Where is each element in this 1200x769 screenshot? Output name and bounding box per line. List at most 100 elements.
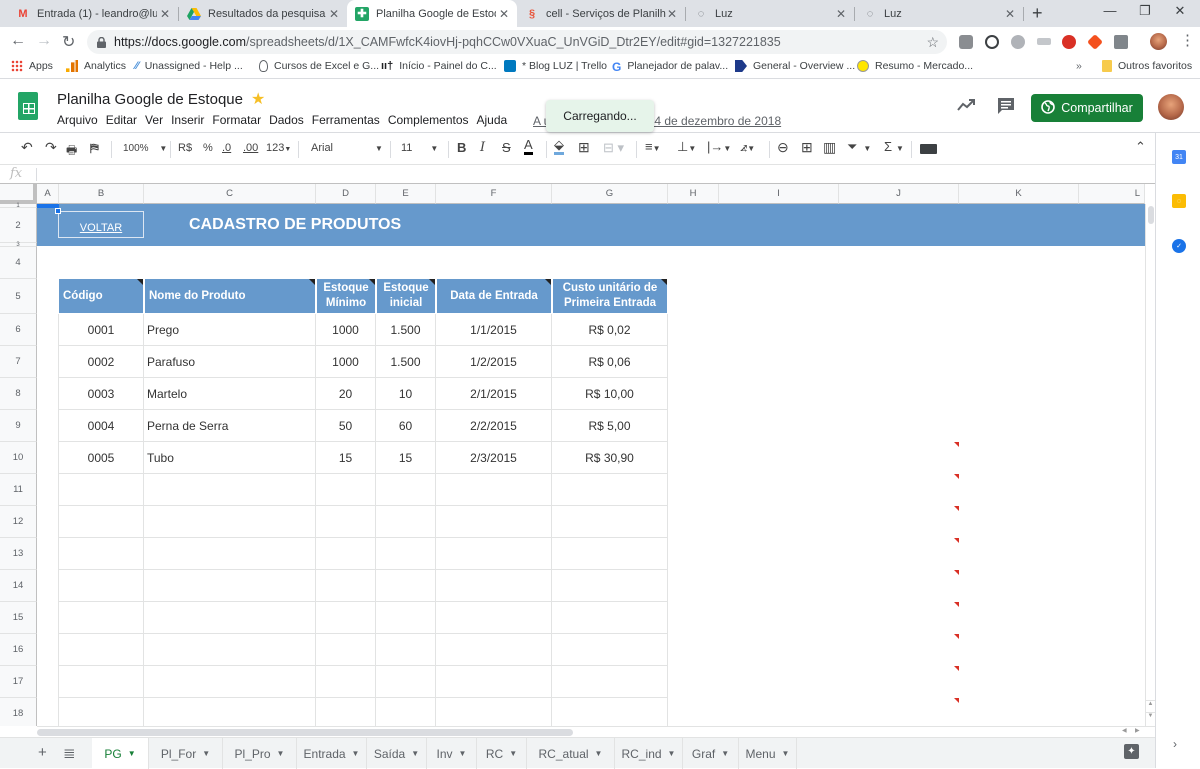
cell-codigo[interactable] [59, 634, 144, 666]
cell-estoque-inicial[interactable] [376, 538, 436, 570]
font-family-select[interactable]: Arial ▼ [311, 142, 383, 154]
row-header-7[interactable]: 7 [0, 346, 37, 378]
cell-data-entrada[interactable]: 2/2/2015 [436, 410, 552, 442]
cell-estoque-inicial[interactable]: 60 [376, 410, 436, 442]
column-header-k[interactable]: K [959, 184, 1079, 204]
row-header-4[interactable]: 4 [0, 247, 37, 279]
cell-estoque-minimo[interactable] [316, 538, 376, 570]
cell-estoque-inicial[interactable]: 10 [376, 378, 436, 410]
cell-nome[interactable] [144, 602, 316, 634]
cell-estoque-inicial[interactable]: 1.500 [376, 314, 436, 346]
calendar-icon[interactable]: 31 [1172, 150, 1186, 164]
bookmark-analytics[interactable]: Analytics [66, 60, 126, 72]
comment-marker-icon[interactable] [954, 634, 959, 639]
column-header-d[interactable]: D [316, 184, 376, 204]
close-window-button[interactable]: ✕ [1165, 3, 1195, 19]
sheet-tab-menu-caret-icon[interactable]: ▼ [459, 749, 467, 758]
cell-custo[interactable]: R$ 0,06 [552, 346, 668, 378]
cell-estoque-minimo[interactable]: 50 [316, 410, 376, 442]
row-header-17[interactable]: 17 [0, 666, 37, 698]
cell-nome[interactable] [144, 634, 316, 666]
bookmark-general[interactable]: General - Overview ... [735, 60, 855, 72]
cell-estoque-inicial[interactable] [376, 634, 436, 666]
decrease-decimal-button[interactable]: .0 [222, 142, 231, 154]
insert-chart-icon[interactable]: ▥ [823, 139, 836, 156]
sheet-tab-menu-caret-icon[interactable]: ▼ [411, 749, 419, 758]
borders-icon[interactable]: ⊞ [578, 139, 590, 156]
more-formats-button[interactable]: 123▼ [266, 142, 291, 154]
vertical-scroll-thumb[interactable] [1148, 206, 1154, 224]
all-sheets-icon[interactable]: ≣ [63, 744, 76, 762]
menu-editar[interactable]: Editar [106, 113, 137, 127]
sheet-tab-pl-for[interactable]: Pl_For ▼ [149, 738, 223, 769]
profile-avatar[interactable] [1150, 33, 1167, 50]
sheet-tab-menu-caret-icon[interactable]: ▼ [668, 749, 676, 758]
sheet-tab-menu-caret-icon[interactable]: ▼ [277, 749, 285, 758]
scroll-up-arrow-icon[interactable]: ▲ [1146, 700, 1155, 712]
column-header-b[interactable]: B [59, 184, 144, 204]
close-tab-icon[interactable]: ✕ [160, 7, 170, 21]
fill-handle[interactable] [55, 208, 61, 214]
menu-arquivo[interactable]: Arquivo [57, 113, 98, 127]
cell-codigo[interactable] [59, 538, 144, 570]
sheet-tab-pg[interactable]: PG ▼ [92, 738, 149, 769]
sheet-tab-pl-pro[interactable]: Pl_Pro ▼ [223, 738, 297, 769]
cell-nome[interactable] [144, 570, 316, 602]
cell-estoque-minimo[interactable] [316, 506, 376, 538]
bookmark-cursos[interactable]: Cursos de Excel e G... [259, 60, 379, 72]
cell-custo[interactable] [552, 634, 668, 666]
cell-data-entrada[interactable]: 2/1/2015 [436, 378, 552, 410]
url-input[interactable]: https://docs.google.com/spreadsheets/d/1… [87, 30, 947, 54]
row-header-10[interactable]: 10 [0, 442, 37, 474]
row-header-15[interactable]: 15 [0, 602, 37, 634]
strikethrough-button[interactable]: S [502, 140, 511, 155]
sheet-tab-inv[interactable]: Inv ▼ [427, 738, 477, 769]
column-header-c[interactable]: C [144, 184, 316, 204]
bookmark-resumo[interactable]: Resumo - Mercado... [857, 60, 973, 72]
tasks-icon[interactable]: ✓ [1172, 239, 1186, 253]
insert-link-icon[interactable]: ⊖ [777, 139, 789, 156]
column-header-a[interactable]: A [37, 184, 59, 204]
undo-icon[interactable]: ↶ [21, 139, 33, 156]
scroll-left-arrow-icon[interactable]: ◀ [1122, 727, 1127, 734]
horizontal-align-icon[interactable]: ≡▼ [645, 139, 661, 154]
text-wrapping-icon[interactable]: |→▼ [707, 139, 731, 154]
cell-codigo[interactable] [59, 602, 144, 634]
spreadsheet-grid[interactable]: A B C D E F G H I J K L 1 2 3 4 5 6 7 8 … [0, 184, 1155, 726]
menu-ver[interactable]: Ver [145, 113, 163, 127]
cell-estoque-inicial[interactable] [376, 666, 436, 698]
collapse-menus-icon[interactable]: ⌃ [1135, 139, 1146, 155]
increase-decimal-button[interactable]: .00 [243, 142, 258, 154]
extension-icon[interactable] [1087, 34, 1103, 50]
share-button[interactable]: Compartilhar [1031, 94, 1143, 122]
cell-nome[interactable]: Tubo [144, 442, 316, 474]
text-color-button[interactable]: A [524, 138, 533, 155]
cell-data-entrada[interactable] [436, 666, 552, 698]
cell-estoque-inicial[interactable]: 15 [376, 442, 436, 474]
cell-data-entrada[interactable]: 2/3/2015 [436, 442, 552, 474]
cell-nome[interactable]: Parafuso [144, 346, 316, 378]
insert-comment-icon[interactable]: ⊞ [801, 139, 813, 156]
row-header-6[interactable]: 6 [0, 314, 37, 346]
filter-icon[interactable]: ⏷ ▼ [847, 139, 871, 155]
row-header-8[interactable]: 8 [0, 378, 37, 410]
cell-estoque-minimo[interactable]: 1000 [316, 346, 376, 378]
close-tab-icon[interactable]: ✕ [1005, 7, 1015, 21]
comment-marker-icon[interactable] [954, 602, 959, 607]
horizontal-scrollbar[interactable]: ◀ ▶ [37, 726, 1155, 737]
sheet-tab-graf[interactable]: Graf ▼ [683, 738, 739, 769]
browser-tab-luz-2[interactable]: ◌ Luz ✕ [855, 0, 1023, 27]
close-tab-icon[interactable]: ✕ [329, 7, 339, 21]
column-header-g[interactable]: G [552, 184, 668, 204]
horizontal-scroll-thumb[interactable] [37, 729, 573, 736]
bookmark-apps[interactable]: Apps [11, 60, 53, 72]
cell-nome[interactable] [144, 666, 316, 698]
add-sheet-icon[interactable]: + [38, 744, 47, 761]
print-icon[interactable]: 🖶 [66, 141, 77, 162]
bookmark-star-icon[interactable]: ☆ [926, 34, 939, 51]
column-header-e[interactable]: E [376, 184, 436, 204]
column-header-f[interactable]: F [436, 184, 552, 204]
paint-format-icon[interactable]: ⛿ [90, 141, 99, 156]
bold-button[interactable]: B [457, 140, 466, 155]
cell-codigo[interactable] [59, 570, 144, 602]
